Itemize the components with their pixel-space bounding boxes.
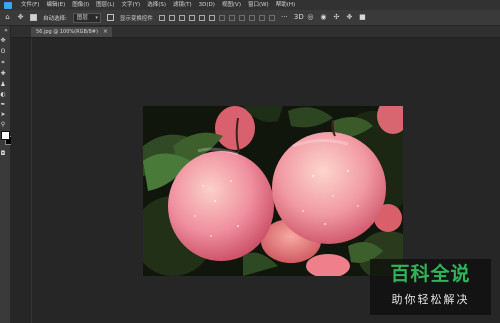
menu-filter[interactable]: 滤镜(T) (173, 0, 192, 10)
document-tab-title: 56.jpg @ 100%(RGB/8#) (36, 29, 98, 35)
menu-image[interactable]: 图像(I) (72, 0, 89, 10)
tools-panel: » ✥ ʘ ⌗ ✚ ♟ ◐ ✒ ➤ ⚲ ◘ (0, 26, 14, 323)
paint-bucket-icon[interactable]: ◐ (0, 92, 6, 98)
menu-window[interactable]: 窗口(W) (248, 0, 269, 10)
distribute-bottom-icon[interactable] (238, 14, 245, 21)
distribute-vcenter-icon[interactable] (228, 14, 235, 21)
menu-layer[interactable]: 图层(L) (96, 0, 114, 10)
watermark-subtitle: 助你轻松解决 (391, 293, 470, 306)
more-options-icon[interactable]: ··· (281, 14, 288, 21)
apples-photo (143, 106, 403, 276)
align-right-icon[interactable] (208, 14, 215, 21)
pen-tool-icon[interactable]: ✒ (0, 102, 6, 108)
options-bar: ⌂ ✥ 自动选择: 图层 显示变换控件 ··· 3D ◎ ◉ ✣ ✥ ■ (0, 10, 500, 26)
menu-3d[interactable]: 3D(D) (199, 0, 215, 10)
path-selection-icon[interactable]: ➤ (0, 112, 6, 118)
3d-roll-icon[interactable]: ◉ (320, 14, 327, 21)
distribute-top-icon[interactable] (218, 14, 225, 21)
watermark: 百科全说 助你轻松解决 (370, 259, 491, 315)
auto-select-label: 自动选择: (43, 15, 67, 22)
align-left-icon[interactable] (188, 14, 195, 21)
show-transform-label: 显示变换控件 (119, 15, 153, 22)
distribute-right-icon[interactable] (268, 14, 275, 21)
align-hcenter-icon[interactable] (198, 14, 205, 21)
move-tool-icon[interactable]: ✥ (17, 14, 24, 21)
align-top-icon[interactable] (158, 14, 165, 21)
3d-mode-label-icon: 3D (293, 13, 304, 21)
clone-stamp-icon[interactable]: ♟ (0, 82, 6, 88)
menu-select[interactable]: 选择(S) (147, 0, 166, 10)
foreground-color-swatch[interactable] (1, 131, 10, 140)
document-tab-bar: 56.jpg @ 100%(RGB/8#) × (11, 26, 500, 38)
zoom-tool-icon[interactable]: ⚲ (0, 122, 6, 128)
document-tab[interactable]: 56.jpg @ 100%(RGB/8#) × (31, 27, 112, 37)
photoshop-logo-icon (4, 1, 12, 9)
3d-orbit-icon[interactable]: ◎ (307, 14, 314, 21)
align-vcenter-icon[interactable] (168, 14, 175, 21)
3d-scale-icon[interactable]: ■ (359, 14, 366, 21)
align-bottom-icon[interactable] (178, 14, 185, 21)
menu-type[interactable]: 文字(Y) (122, 0, 141, 10)
3d-pan-icon[interactable]: ✣ (333, 14, 340, 21)
canvas-edge-divider (31, 38, 32, 323)
crop-tool-icon[interactable]: ⌗ (0, 60, 6, 66)
menu-bar: 文件(F) 编辑(E) 图像(I) 图层(L) 文字(Y) 选择(S) 滤镜(T… (0, 0, 500, 10)
menu-view[interactable]: 视图(V) (222, 0, 241, 10)
lasso-tool-icon[interactable]: ʘ (0, 49, 6, 55)
3d-slide-icon[interactable]: ✥ (346, 14, 353, 21)
home-icon[interactable]: ⌂ (4, 14, 11, 21)
menu-help[interactable]: 帮助(H) (276, 0, 295, 10)
close-tab-icon[interactable]: × (103, 27, 108, 37)
align-buttons (158, 14, 275, 21)
document-image[interactable] (143, 106, 403, 276)
distribute-hcenter-icon[interactable] (258, 14, 265, 21)
healing-brush-icon[interactable]: ✚ (0, 71, 6, 77)
move-tool-icon[interactable]: ✥ (0, 38, 6, 44)
quick-mask-icon[interactable]: ◘ (0, 151, 6, 157)
auto-select-dropdown[interactable]: 图层 (72, 12, 101, 23)
menu-file[interactable]: 文件(F) (21, 0, 39, 10)
watermark-title: 百科全说 (390, 263, 471, 285)
menu-edit[interactable]: 编辑(E) (46, 0, 65, 10)
show-transform-checkbox[interactable] (106, 14, 114, 21)
distribute-left-icon[interactable] (248, 14, 255, 21)
auto-select-checkbox[interactable] (30, 14, 37, 21)
collapse-panel-icon[interactable]: » (3, 28, 9, 34)
